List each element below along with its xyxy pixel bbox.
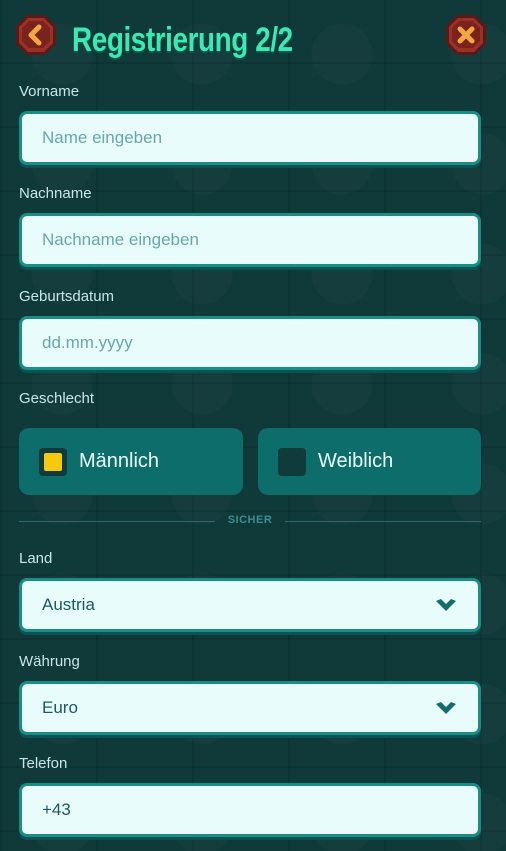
last-name-field-wrap: [19, 213, 481, 267]
section-divider: SICHER: [19, 514, 481, 526]
first-name-label: Vorname: [19, 83, 80, 100]
gender-label: Geschlecht: [19, 390, 95, 407]
birthdate-label: Geburtsdatum: [19, 288, 115, 305]
gender-option-male-label: Männlich: [79, 450, 160, 472]
phone-label: Telefon: [19, 755, 68, 772]
divider-label: SICHER: [227, 514, 273, 526]
currency-label: Währung: [19, 653, 80, 670]
phone-input[interactable]: [22, 786, 478, 834]
last-name-label: Nachname: [19, 185, 92, 202]
first-name-field-wrap: [19, 111, 481, 165]
male-checkbox[interactable]: [39, 447, 67, 476]
gender-option-male[interactable]: Männlich: [19, 428, 243, 495]
page-title: Registrierung 2/2: [72, 20, 293, 59]
first-name-input[interactable]: [22, 114, 478, 162]
country-label: Land: [19, 550, 53, 567]
chevron-down-icon: [436, 599, 456, 611]
registration-page: Registrierung 2/2 Vorname Nachname Gebur…: [0, 0, 506, 851]
phone-field-wrap: [19, 783, 481, 837]
close-x-icon: [446, 15, 486, 55]
gender-option-female-label: Weiblich: [318, 450, 394, 472]
back-arrow-icon: [16, 15, 56, 55]
back-button[interactable]: [14, 13, 58, 57]
close-button[interactable]: [444, 13, 488, 57]
currency-value: Euro: [42, 698, 78, 717]
country-value: Austria: [42, 595, 95, 614]
birthdate-field-wrap: [19, 316, 481, 370]
currency-select[interactable]: Euro: [19, 681, 481, 735]
chevron-down-icon: [436, 702, 456, 714]
divider-line-right: [285, 521, 481, 522]
birthdate-input[interactable]: [22, 319, 478, 367]
last-name-input[interactable]: [22, 216, 478, 264]
country-select[interactable]: Austria: [19, 578, 481, 632]
female-checkbox[interactable]: [278, 447, 306, 476]
checkbox-checked-mark: [44, 452, 62, 471]
gender-option-female[interactable]: Weiblich: [258, 428, 481, 495]
